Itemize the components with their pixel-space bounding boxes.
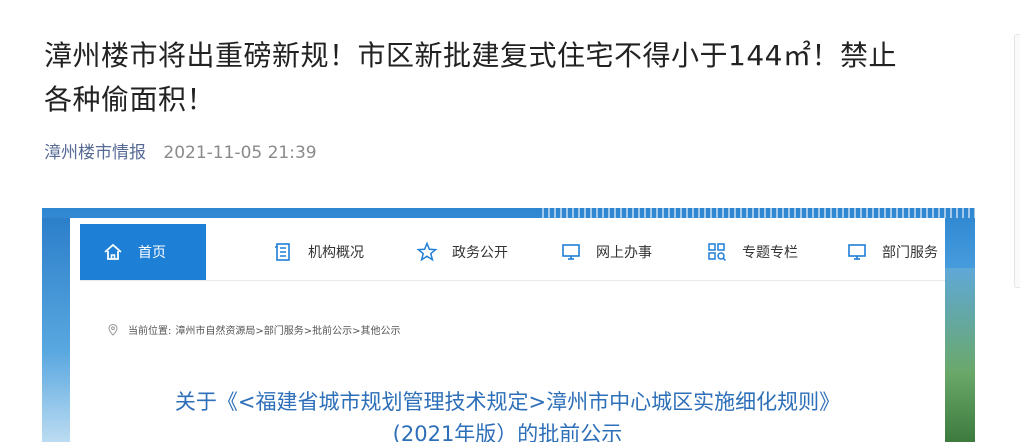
nav-item-online-service[interactable]: 网上办事 xyxy=(560,224,652,280)
article-title-line-1: 漳州楼市将出重磅新规！市区新批建复式住宅不得小于144㎡！禁止 xyxy=(44,39,897,72)
home-icon xyxy=(104,243,122,260)
nav-item-label: 专题专栏 xyxy=(742,245,798,261)
nav-item-label: 网上办事 xyxy=(596,245,652,261)
embedded-screenshot: 首页 机构概况 政务公开 网上办事 专题专栏 部门服务 当前位置: 漳州市自然资… xyxy=(42,208,975,442)
notice-title-line-2: (2021年版）的批前公示 xyxy=(392,422,623,442)
article-meta: 漳州楼市情报 2021-11-05 21:39 xyxy=(44,138,317,163)
star-icon xyxy=(416,241,438,262)
nav-item-label: 首页 xyxy=(138,245,166,261)
account-name-link[interactable]: 漳州楼市情报 xyxy=(44,143,146,163)
banner-scenery xyxy=(945,268,975,442)
nav-item-label: 政务公开 xyxy=(452,245,508,261)
publish-datetime: 2021-11-05 21:39 xyxy=(163,143,317,163)
notice-title: 关于《<福建省城市规划管理技术规定>漳州市中心城区实施细化规则》 (2021年版… xyxy=(70,386,945,442)
notice-title-line-1: 关于《<福建省城市规划管理技术规定>漳州市中心城区实施细化规则》 xyxy=(174,390,841,414)
nav-item-gov-affairs[interactable]: 政务公开 xyxy=(416,224,508,280)
breadcrumb-prefix: 当前位置: xyxy=(128,326,172,337)
breadcrumb: 当前位置: 漳州市自然资源局>部门服务>批前公示>其他公示 xyxy=(106,322,401,337)
article-title: 漳州楼市将出重磅新规！市区新批建复式住宅不得小于144㎡！禁止 各种偷面积！ xyxy=(44,34,984,122)
site-nav: 首页 机构概况 政务公开 网上办事 专题专栏 部门服务 xyxy=(80,224,945,281)
location-pin-icon xyxy=(108,323,118,336)
grid-search-icon xyxy=(708,243,727,262)
monitor-icon xyxy=(848,244,866,260)
content-card: 首页 机构概况 政务公开 网上办事 专题专栏 部门服务 当前位置: 漳州市自然资… xyxy=(70,218,945,442)
document-icon xyxy=(275,243,290,261)
breadcrumb-path[interactable]: 漳州市自然资源局>部门服务>批前公示>其他公示 xyxy=(175,322,400,337)
side-panel-edge xyxy=(1014,34,1020,288)
nav-item-label: 部门服务 xyxy=(882,245,938,261)
banner-decoration xyxy=(542,208,975,218)
monitor-icon xyxy=(562,244,580,260)
nav-item-label: 机构概况 xyxy=(308,245,364,261)
nav-item-home[interactable]: 首页 xyxy=(80,224,206,280)
article-title-line-2: 各种偷面积！ xyxy=(44,83,216,116)
nav-item-org[interactable]: 机构概况 xyxy=(272,224,364,280)
banner-left-edge xyxy=(42,218,70,442)
nav-item-dept-service[interactable]: 部门服务 xyxy=(846,224,938,280)
nav-item-topics[interactable]: 专题专栏 xyxy=(706,224,798,280)
